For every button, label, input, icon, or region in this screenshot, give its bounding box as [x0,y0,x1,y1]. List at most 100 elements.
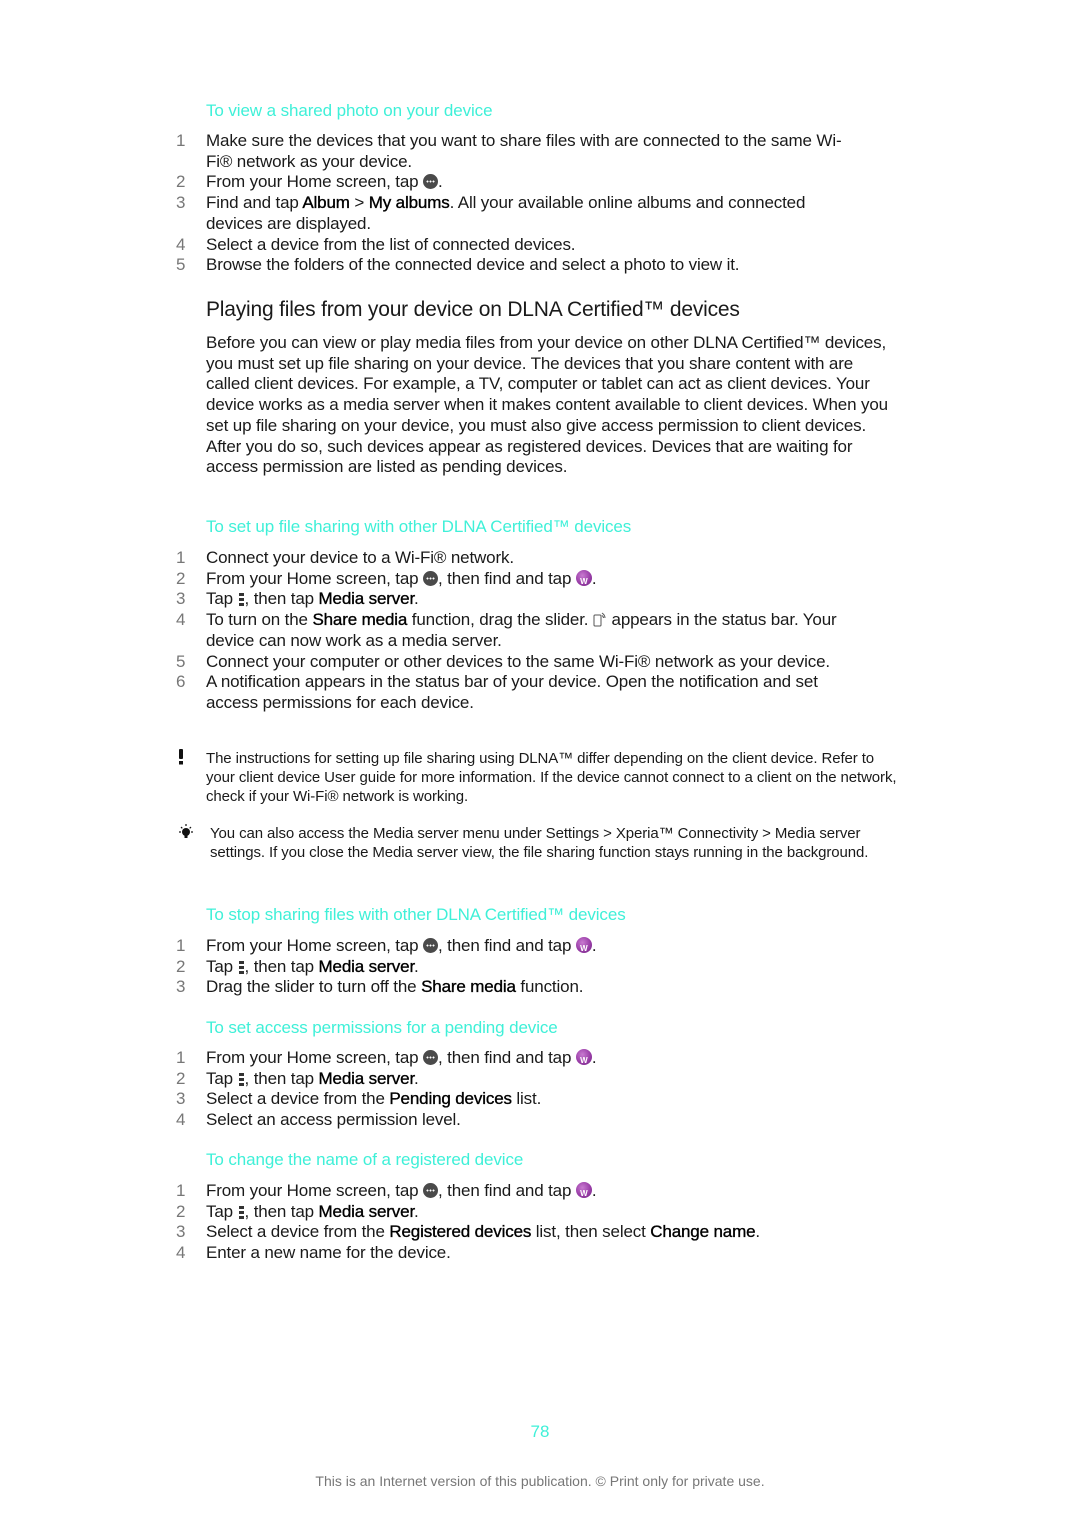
apps-grid-icon [423,938,439,953]
steps-setup-sharing: 1 Connect your device to a Wi-Fi® network… [0,548,900,714]
ui-term-media-server: Media server [318,1201,415,1221]
apps-grid-icon [423,1183,439,1198]
step: 1 From your Home screen, tap , then find … [0,1048,846,1072]
step-text: list. [511,1089,542,1109]
ui-term-share-media: Share media [312,610,408,630]
step-number: 2 [176,956,186,976]
step-number: 3 [176,1222,186,1242]
manual-page: To view a shared photo on your device 1 M… [0,0,1080,1527]
step: 3 Select a device from the Pending device… [0,1089,846,1110]
procedure-title-stop-sharing: To stop sharing files with other DLNA Ce… [206,905,626,924]
ui-term-my-albums: My albums [368,193,450,213]
step-text: function. [515,977,584,997]
step-text: From your Home screen, tap [206,1048,424,1067]
procedure-title-view-shared-photo: To view a shared photo on your device [206,101,493,120]
step: 5 Browse the folders of the connected dev… [0,255,846,276]
step-number: 1 [176,1048,186,1067]
note-text: The instructions for setting up file sha… [206,750,897,805]
step: 5 Connect your computer or other devices … [0,652,846,673]
walkman-music-icon [575,937,592,960]
step-text: Select an access permission level. [206,1110,461,1130]
step: 1 Make sure the devices that you want to … [0,131,846,172]
step-text: Tap [206,1068,238,1088]
step-text: . [414,589,419,609]
step: 6 A notification appears in the status ba… [0,672,846,713]
walkman-music-icon [575,569,592,592]
step-text: , then find and tap [438,1048,576,1067]
procedure-title-setup-sharing: To set up file sharing with other DLNA C… [206,517,632,536]
step-text: . [414,1201,419,1221]
step-text: function, drag the slider. [407,610,593,630]
steps-change-name: 1 From your Home screen, tap , then find … [0,1181,900,1264]
overflow-menu-icon [238,960,244,974]
step-number: 4 [176,1243,186,1263]
step-text: , then tap [244,1201,319,1221]
step: 1 From your Home screen, tap , then find … [0,1181,846,1205]
tip-callout: You can also access the Media server men… [176,824,906,884]
step-text: . [591,1048,597,1067]
step: 4 To turn on the Share media function, dr… [0,610,846,651]
step-text: , then tap [244,589,319,609]
step: 1 Connect your device to a Wi-Fi® network… [0,548,846,569]
step-text: A notification appears in the status bar… [206,672,818,712]
tip-text: You can also access the Media server men… [210,825,869,861]
step-text: From your Home screen, tap [206,1181,424,1200]
step-number: 4 [176,610,186,630]
step: 4 Select a device from the list of connec… [0,235,846,256]
step: 4 Enter a new name for the device. [0,1243,846,1264]
step-number: 3 [176,1089,186,1109]
ui-term-media-server: Media server [318,589,415,609]
step-text: , then find and tap [438,568,576,588]
step-text: . [591,568,597,588]
step-number: 1 [176,548,186,567]
step-number: 1 [176,1181,186,1200]
step-text: Connect your computer or other devices t… [206,651,830,671]
step-text: . [755,1222,760,1242]
ui-term-change-name: Change name [650,1222,756,1242]
step-text: From your Home screen, tap [206,172,424,192]
walkman-music-icon [575,1049,592,1072]
step: 2 Tap , then tap Media server. [0,1069,846,1090]
step: 3 Find and tap Album > My albums. All you… [0,193,846,234]
step: 1 From your Home screen, tap , then find … [0,936,846,960]
step-number: 3 [176,589,186,609]
step-text: Connect your device to a Wi-Fi® network. [206,548,514,567]
step-text: Drag the slider to turn off the [206,977,422,997]
media-server-status-icon [593,611,607,627]
ui-term-album: Album [302,193,350,213]
step: 2 Tap , then tap Media server. [0,1202,846,1223]
ui-term-media-server: Media server [318,956,415,976]
apps-grid-icon [423,1050,439,1065]
procedure-title-change-name: To change the name of a registered devic… [206,1150,524,1169]
step: 3 Drag the slider to turn off the Share m… [0,977,846,998]
step-text: , then find and tap [438,936,576,955]
section-heading-dlna: Playing files from your device on DLNA C… [206,298,740,321]
step-text: Enter a new name for the device. [206,1243,451,1263]
step-text: , then tap [244,956,319,976]
step-text: . [414,1068,419,1088]
step-text: , then tap [244,1068,319,1088]
step-number: 3 [176,977,186,997]
dlna-intro-paragraph: Before you can view or play media files … [206,333,888,477]
step-number: 2 [176,1068,186,1088]
step: 4 Select an access permission level. [0,1110,846,1131]
step-text: From your Home screen, tap [206,568,424,588]
step-number: 4 [176,234,186,254]
lightbulb-icon [176,824,196,844]
step-number: 1 [176,131,186,150]
step-text: Select a device from the [206,1089,390,1109]
step-text: Select a device from the list of connect… [206,234,576,254]
step-text: . [414,956,419,976]
step-number: 2 [176,172,186,192]
ui-term-pending-devices: Pending devices [389,1089,512,1109]
procedure-title-pending-permissions: To set access permissions for a pending … [206,1018,558,1037]
step-text: > [349,193,369,213]
step-number: 1 [176,936,186,955]
step-text: , then find and tap [438,1181,576,1200]
ui-term-registered-devices: Registered devices [389,1222,532,1242]
step-number: 6 [176,672,186,692]
step-text: list, then select [531,1222,651,1242]
page-number: 78 [530,1422,550,1441]
ui-term-share-media: Share media [421,977,516,997]
apps-grid-icon [423,570,439,586]
